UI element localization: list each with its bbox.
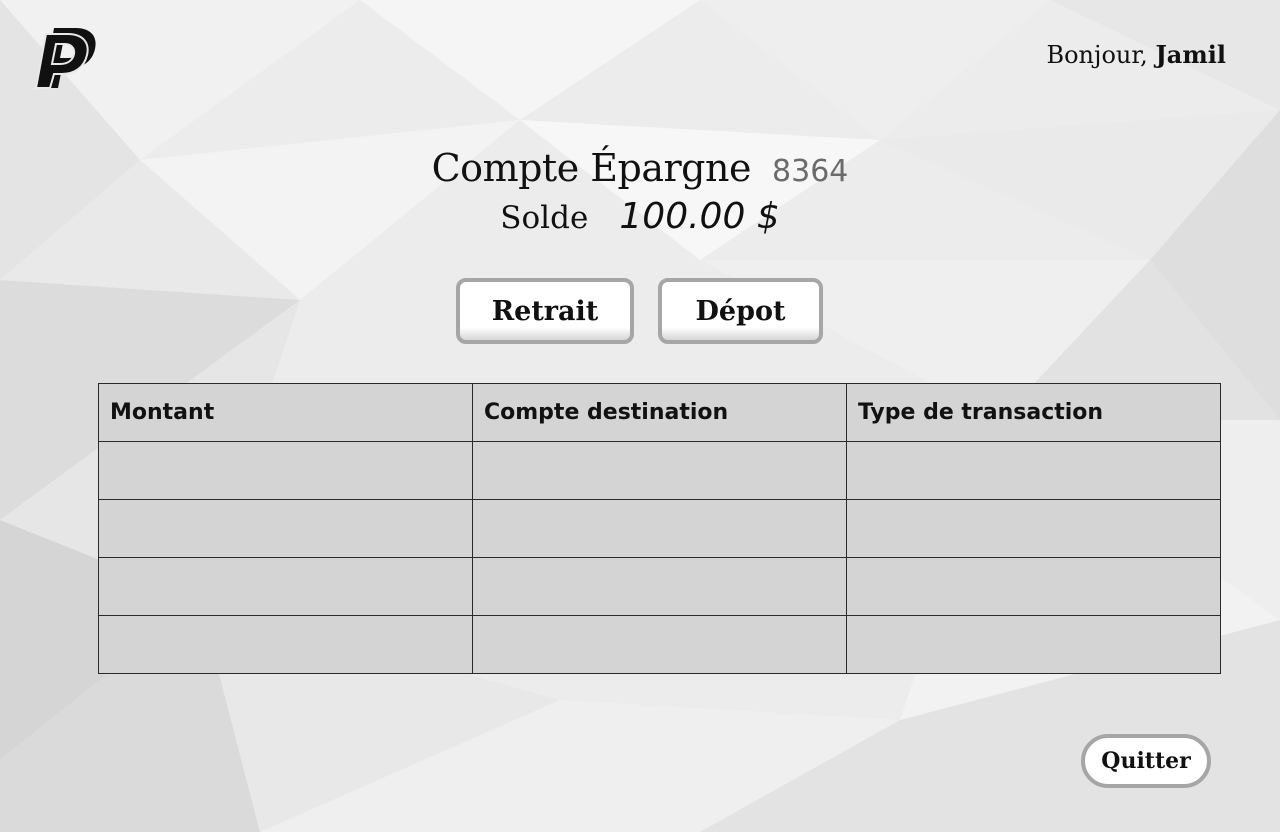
table-cell-destination xyxy=(472,499,847,558)
table-row xyxy=(98,441,1221,500)
deposit-button[interactable]: Dépot xyxy=(658,278,823,344)
quit-button-label: Quitter xyxy=(1101,748,1191,774)
withdraw-button-label: Retrait xyxy=(491,295,599,327)
table-row xyxy=(98,557,1221,616)
withdraw-button[interactable]: Retrait xyxy=(456,278,634,344)
table-cell-type xyxy=(846,499,1221,558)
user-name: Jamil xyxy=(1155,40,1226,69)
table-cell-amount xyxy=(98,499,473,558)
table-cell-type xyxy=(846,441,1221,500)
account-header: Compte Épargne 8364 xyxy=(0,146,1280,190)
table-cell-amount xyxy=(98,557,473,616)
balance-value: 100.00 $ xyxy=(619,196,780,237)
table-cell-type xyxy=(846,615,1221,674)
table-cell-destination xyxy=(472,615,847,674)
column-header-type: Type de transaction xyxy=(846,383,1221,442)
table-cell-destination xyxy=(472,441,847,500)
account-number: 8364 xyxy=(772,154,849,189)
column-header-amount: Montant xyxy=(98,383,473,442)
table-cell-amount xyxy=(98,441,473,500)
table-row xyxy=(98,499,1221,558)
table-cell-type xyxy=(846,557,1221,616)
greeting: Bonjour, Jamil xyxy=(1046,40,1226,69)
balance-row: Solde 100.00 $ xyxy=(0,196,1280,237)
transactions-table: Montant Compte destination Type de trans… xyxy=(98,383,1221,674)
paypal-logo-icon xyxy=(34,28,96,89)
balance-label: Solde xyxy=(500,200,589,236)
greeting-prefix: Bonjour, xyxy=(1046,41,1148,69)
table-cell-destination xyxy=(472,557,847,616)
quit-button[interactable]: Quitter xyxy=(1081,734,1211,788)
table-cell-amount xyxy=(98,615,473,674)
screen: Bonjour, Jamil Compte Épargne 8364 Solde… xyxy=(0,0,1280,832)
table-header-row: Montant Compte destination Type de trans… xyxy=(98,383,1221,442)
column-header-destination: Compte destination xyxy=(472,383,847,442)
deposit-button-label: Dépot xyxy=(695,295,786,327)
table-row xyxy=(98,615,1221,674)
account-name: Compte Épargne xyxy=(431,146,752,190)
